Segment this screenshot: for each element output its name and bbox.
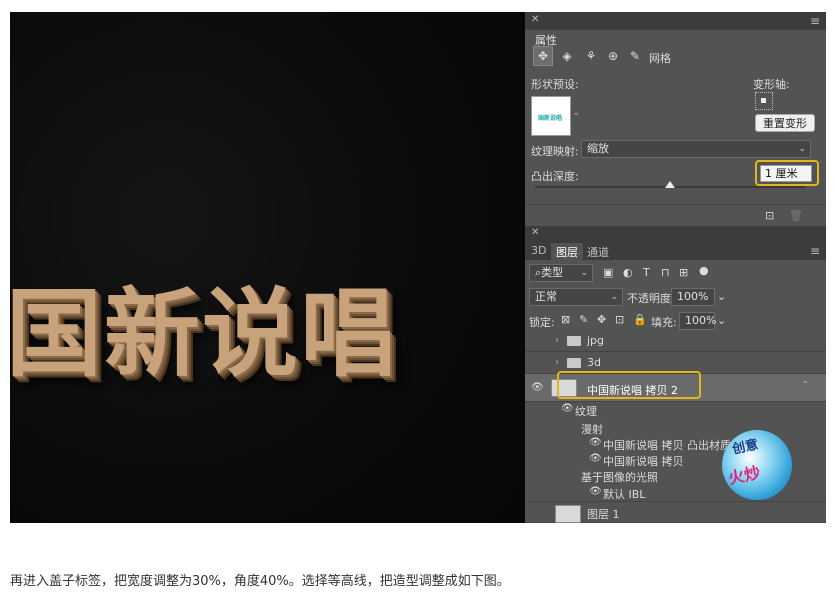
- chevron-down-icon: ⌄: [610, 292, 618, 302]
- reset-deform-button[interactable]: 重置变形: [755, 114, 815, 132]
- opacity-label: 不透明度:: [627, 292, 675, 305]
- shape-filter-icon[interactable]: ⊓: [661, 266, 670, 279]
- eye-icon[interactable]: 👁: [589, 453, 602, 464]
- layers-list: › jpg › 3d 👁 中国新说唱 拷贝 2 ⌃ 👁 纹理 漫射 👁 中国新说…: [525, 330, 826, 523]
- eye-icon[interactable]: 👁: [531, 382, 544, 393]
- layer-filter-select[interactable]: ⌕类型 ⌄: [529, 264, 593, 282]
- layer-highlight: [557, 371, 701, 399]
- close-icon[interactable]: ✕: [531, 227, 539, 238]
- coordinates-icon[interactable]: ⊕: [603, 46, 623, 66]
- tab-3d[interactable]: 3D: [531, 244, 546, 257]
- deform-icon[interactable]: ◈: [557, 46, 577, 66]
- opacity-value: 100%: [677, 290, 709, 303]
- close-icon[interactable]: ✕: [531, 14, 539, 25]
- tab-channels[interactable]: 通道: [587, 244, 609, 260]
- chevron-down-icon[interactable]: ⌄: [717, 314, 726, 327]
- layer-1[interactable]: 图层 1: [525, 502, 826, 523]
- chevron-down-icon: ⌄: [798, 144, 806, 154]
- layer-label: 基于图像的光照: [581, 471, 658, 484]
- fill-input[interactable]: 100%: [679, 312, 717, 330]
- panel-footer: ⊡ 🗑: [525, 204, 826, 227]
- extrusion-highlight: [755, 160, 819, 186]
- properties-header-bar: ✕ ≡: [525, 12, 826, 30]
- mesh-label: 网格: [649, 52, 671, 65]
- deform-axis-grid-icon[interactable]: [755, 92, 773, 110]
- eye-icon[interactable]: 👁: [589, 437, 602, 448]
- lock-label: 锁定:: [529, 316, 555, 329]
- screenshot: 国新说唱 ✕ ≡ 属性 ✥ ◈ ⚘ ⊕ ✎ 网格 形状预设: 变形轴: 国新说唱: [10, 12, 826, 523]
- panel-divider: ✕: [525, 226, 826, 242]
- folder-icon: [567, 358, 581, 368]
- tab-layers[interactable]: 图层: [551, 243, 583, 261]
- preset-dropdown-icon[interactable]: ⌄: [572, 107, 580, 118]
- adjustment-filter-icon[interactable]: ◐: [623, 266, 633, 279]
- pixel-filter-icon[interactable]: ▣: [603, 266, 613, 279]
- layer-label: 图层 1: [587, 508, 620, 521]
- layer-group-jpg[interactable]: › jpg: [525, 330, 826, 352]
- texture-map-select[interactable]: 缩放 ⌄: [581, 140, 811, 158]
- type-filter-icon[interactable]: T: [643, 266, 650, 279]
- document-canvas[interactable]: 国新说唱: [10, 12, 525, 523]
- panel-menu-icon[interactable]: ≡: [810, 14, 820, 28]
- panel-menu-icon[interactable]: ≡: [810, 244, 820, 258]
- extrusion-depth-label: 凸出深度:: [531, 170, 579, 183]
- trash-icon[interactable]: 🗑: [789, 209, 803, 222]
- filter-toggle-icon[interactable]: ●: [699, 264, 709, 277]
- lock-all-icon[interactable]: 🔒: [633, 313, 647, 326]
- lock-artboard-icon[interactable]: ⊡: [615, 313, 624, 326]
- brush-icon[interactable]: ✎: [625, 46, 645, 66]
- cap-icon[interactable]: ⚘: [581, 46, 601, 66]
- slider-thumb[interactable]: [665, 181, 675, 188]
- smart-object-filter-icon[interactable]: ⊞: [679, 266, 688, 279]
- layer-label: 漫射: [581, 423, 603, 436]
- chevron-down-icon: ⌄: [580, 268, 588, 278]
- chevron-right-icon[interactable]: ›: [555, 357, 559, 368]
- lock-position-icon[interactable]: ✥: [597, 313, 606, 326]
- layer-thumbnail: [555, 505, 581, 523]
- chevron-up-icon[interactable]: ⌃: [801, 380, 809, 391]
- eye-icon[interactable]: 👁: [589, 486, 602, 497]
- shape-preset-label: 形状预设:: [531, 78, 579, 91]
- shape-preset-swatch[interactable]: 国新说唱: [531, 96, 571, 136]
- 3d-text-artwork: 国新说唱: [10, 278, 398, 390]
- folder-icon: [567, 336, 581, 346]
- fill-value: 100%: [685, 314, 717, 327]
- opacity-input[interactable]: 100%: [671, 288, 715, 306]
- eye-icon[interactable]: 👁: [561, 403, 574, 414]
- layer-label: jpg: [587, 334, 605, 347]
- sublayer-diffuse[interactable]: 漫射: [525, 418, 826, 436]
- fill-label: 填充:: [651, 316, 677, 329]
- layer-label: 3d: [587, 356, 601, 369]
- sublayer-texture[interactable]: 👁 纹理: [525, 402, 826, 418]
- extrusion-slider[interactable]: [535, 181, 805, 188]
- preset-thumbnail-text: 国新说唱: [538, 115, 563, 122]
- deform-axis-label: 变形轴:: [753, 78, 790, 91]
- texture-map-label: 纹理映射:: [531, 145, 579, 158]
- layer-label: 中国新说唱 拷贝: [603, 455, 684, 468]
- layers-tab-bar: 3D 图层 通道 ≡: [525, 242, 826, 261]
- watermark-logo: 创意 火炒: [722, 430, 792, 500]
- blend-mode-value: 正常: [535, 290, 557, 303]
- lock-pixels-icon[interactable]: ✎: [579, 313, 588, 326]
- chevron-down-icon[interactable]: ⌄: [717, 290, 726, 303]
- article-caption: 再进入盖子标签，把宽度调整为30%，角度40%。选择等高线，把造型调整成如下图。: [10, 574, 510, 589]
- texture-map-value: 缩放: [587, 142, 609, 155]
- properties-icon-row: ✥ ◈ ⚘ ⊕ ✎ 网格: [531, 46, 820, 68]
- mesh-icon[interactable]: ✥: [533, 46, 553, 66]
- layer-filter-value: 类型: [541, 266, 564, 279]
- blend-mode-select[interactable]: 正常 ⌄: [529, 288, 623, 306]
- chevron-right-icon[interactable]: ›: [555, 335, 559, 346]
- layer-label: 纹理: [575, 405, 597, 418]
- render-icon[interactable]: ⊡: [765, 209, 774, 222]
- properties-panel: ✕ ≡ 属性 ✥ ◈ ⚘ ⊕ ✎ 网格 形状预设: 变形轴: 国新说唱 ⌄ 重置…: [525, 12, 826, 226]
- layer-label: 默认 IBL: [603, 488, 646, 501]
- lock-transparent-icon[interactable]: ⊠: [561, 313, 570, 326]
